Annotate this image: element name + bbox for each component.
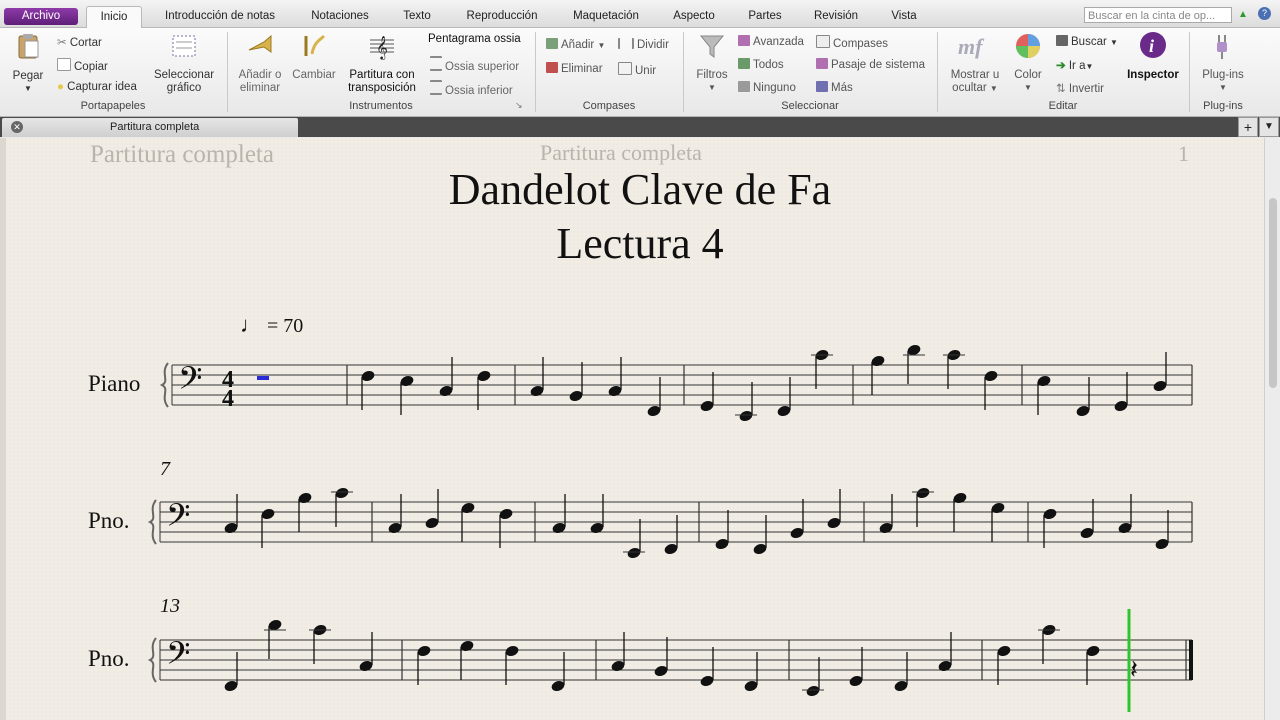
bass-clefs: 𝄢 𝄢 𝄢 (166, 360, 202, 679)
bass-clef-icon[interactable]: 𝄢 (166, 635, 190, 679)
final-barline-thick (1189, 640, 1193, 680)
chevron-down-icon: ▼ (1264, 121, 1274, 132)
quarter-rest[interactable]: 𝄽 (1130, 655, 1138, 685)
bass-clef-icon[interactable]: 𝄢 (178, 360, 202, 404)
bass-clef-icon[interactable]: 𝄢 (166, 497, 190, 541)
brace (147, 499, 157, 545)
brace (147, 637, 157, 683)
brace (159, 362, 169, 408)
time-signature-bottom[interactable]: 4 (222, 386, 234, 412)
selected-rest-cursor[interactable] (257, 376, 269, 380)
staves (147, 362, 1193, 683)
notation-svg[interactable]: 𝄢𝄢𝄢 4 4 𝄽 (0, 0, 1264, 720)
